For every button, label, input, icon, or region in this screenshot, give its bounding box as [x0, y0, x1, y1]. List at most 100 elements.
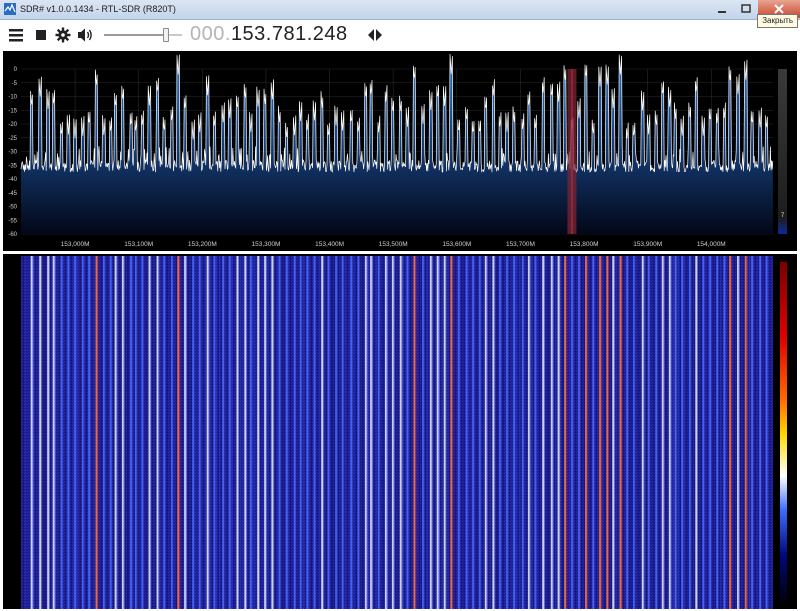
volume-slider[interactable] — [104, 28, 182, 42]
x-tick-label: 153,900M — [633, 241, 662, 248]
signal-trace-edge — [215, 256, 217, 609]
noise-streak — [623, 256, 625, 609]
signal-trace-edge — [104, 256, 106, 609]
signal-trace-edge — [704, 256, 706, 609]
signal-trace — [271, 256, 274, 609]
speaker-icon[interactable] — [77, 27, 95, 43]
noise-streak — [546, 256, 548, 609]
noise-streak — [687, 256, 689, 609]
stop-icon[interactable] — [33, 27, 49, 43]
minimize-button[interactable] — [710, 0, 734, 18]
noise-streak — [549, 256, 551, 609]
noise-streak — [470, 256, 472, 609]
signal-trace-edge — [486, 256, 488, 609]
noise-streak — [270, 256, 271, 609]
signal-trace — [228, 256, 231, 609]
signal-trace-edge — [649, 256, 651, 609]
y-tick-label: -45 — [8, 191, 17, 197]
signal-trace-edge — [594, 256, 595, 609]
title-bar: SDR# v1.0.0.1434 - RTL-SDR (R820T) — [0, 0, 800, 20]
signal-trace — [198, 256, 201, 609]
signal-trace-edge — [90, 256, 91, 609]
noise-streak — [290, 256, 292, 609]
noise-streak — [583, 256, 585, 609]
noise-streak — [511, 256, 513, 609]
spectrum-panel[interactable]: 0 -5 -10 -15 -20 -25 -30 -35 -40 -45 -50 -55 -60 153… — [3, 51, 797, 251]
maximize-button[interactable] — [734, 0, 758, 18]
frequency-prefix: 000. — [190, 23, 231, 45]
signal-trace — [141, 256, 144, 609]
signal-trace — [114, 256, 117, 609]
noise-streak — [691, 256, 693, 609]
signal-trace — [60, 256, 63, 609]
volume-thumb[interactable] — [163, 28, 169, 42]
signal-trace-edge — [643, 256, 645, 609]
noise-streak — [175, 256, 177, 609]
gear-icon[interactable] — [55, 27, 71, 43]
tune-arrows-icon[interactable] — [367, 28, 383, 42]
noise-streak — [426, 256, 428, 609]
waterfall-panel[interactable] — [3, 254, 797, 609]
signal-trace-edge — [359, 256, 361, 609]
noise-streak — [439, 256, 441, 609]
contrast-bar[interactable] — [778, 69, 787, 234]
signal-trace-edge — [544, 256, 545, 609]
noise-streak — [345, 256, 347, 609]
noise-streak — [562, 256, 563, 609]
signal-trace-edge — [251, 256, 253, 609]
signal-trace — [278, 256, 281, 609]
noise-streak — [253, 256, 255, 609]
noise-streak — [590, 256, 592, 609]
noise-streak — [421, 256, 423, 609]
noise-streak — [403, 256, 405, 609]
noise-streak — [232, 256, 234, 609]
signal-trace-edge — [529, 256, 531, 609]
signal-trace-edge — [657, 256, 659, 609]
signal-trace-edge — [738, 256, 740, 609]
signal-trace-edge — [628, 256, 629, 609]
spectrum-chart[interactable]: 0 -5 -10 -15 -20 -25 -30 -35 -40 -45 -50 -55 -60 153… — [3, 51, 797, 251]
signal-trace — [681, 256, 684, 609]
signal-trace-edge — [323, 256, 324, 609]
menu-icon[interactable] — [8, 27, 24, 43]
noise-streak — [127, 256, 129, 609]
signal-trace-edge — [711, 256, 712, 609]
signal-trace-edge — [301, 256, 303, 609]
noise-streak — [120, 256, 122, 609]
y-tick-label: -10 — [8, 95, 17, 101]
noise-streak — [708, 256, 709, 609]
frequency-value: 153.781.248 — [230, 23, 348, 45]
noise-streak — [282, 256, 284, 609]
noise-streak — [188, 256, 190, 609]
y-tick-label: -25 — [8, 136, 17, 142]
signal-trace — [592, 256, 595, 609]
x-tick-label: 153,100M — [124, 241, 153, 248]
signal-trace-edge — [172, 256, 174, 609]
signal-trace — [313, 256, 316, 609]
signal-trace — [695, 256, 698, 609]
y-tick-label: -5 — [12, 81, 18, 87]
signal-trace-edge — [552, 256, 554, 609]
signal-trace-edge — [621, 256, 623, 609]
noise-streak — [80, 256, 82, 609]
noise-streak — [55, 256, 57, 609]
signal-trace-edge — [295, 256, 297, 609]
signal-trace-edge — [690, 256, 692, 609]
signal-trace-edge — [116, 256, 118, 609]
waterfall-display[interactable] — [3, 254, 797, 609]
signal-trace-edge — [352, 256, 354, 609]
signal-trace-edge — [467, 256, 469, 609]
noise-streak — [242, 256, 243, 609]
spectrum-y-axis: 0 -5 -10 -15 -20 -25 -30 -35 -40 -45 -50 -55 -60 — [8, 67, 17, 238]
signal-trace-edge — [697, 256, 698, 609]
frequency-display[interactable]: 000.153.781.248 — [190, 23, 348, 46]
noise-streak — [554, 256, 556, 609]
signal-trace — [163, 256, 166, 609]
noise-streak — [597, 256, 599, 609]
signal-trace-edge — [761, 256, 762, 609]
maximize-icon — [741, 4, 751, 13]
signal-trace — [759, 256, 762, 609]
signal-trace — [102, 256, 105, 609]
noise-streak — [734, 256, 736, 609]
signal-trace — [306, 256, 309, 609]
